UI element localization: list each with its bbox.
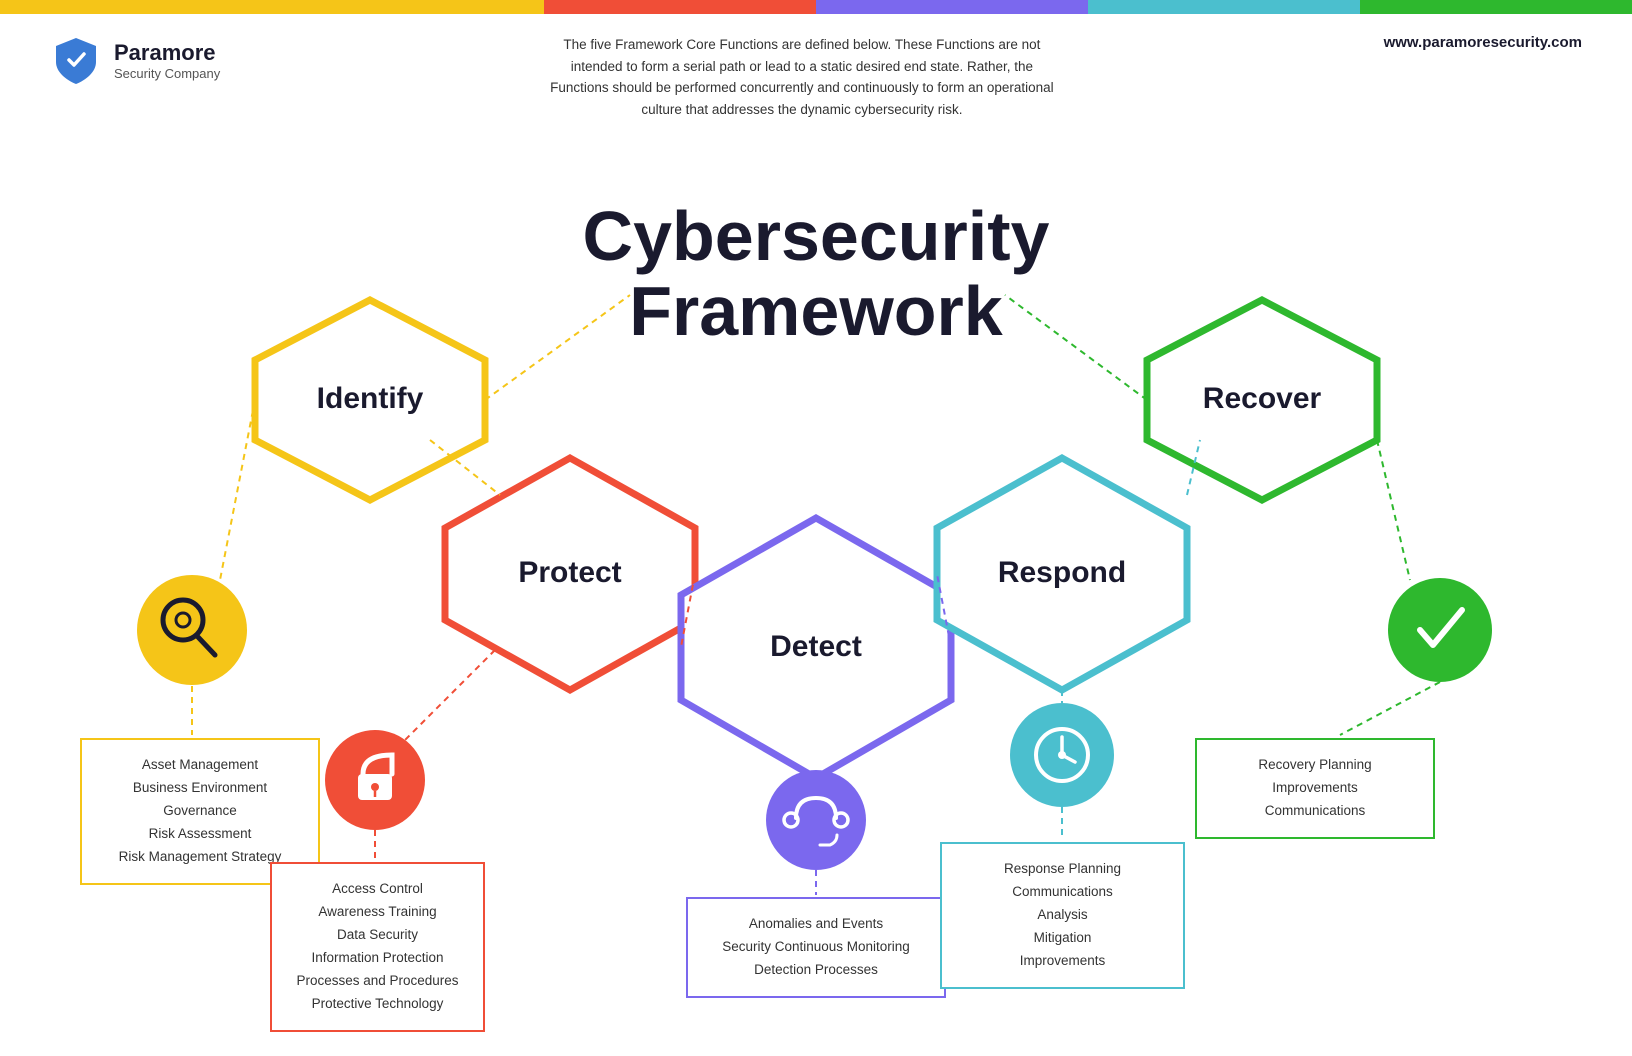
company-name: Paramore — [114, 40, 220, 66]
recover-label: Recover — [1203, 382, 1322, 415]
line-recover-title — [1005, 295, 1147, 400]
bar-green — [1360, 0, 1632, 14]
header: Paramore Security Company The five Frame… — [0, 14, 1632, 130]
bar-purple — [816, 0, 1088, 14]
respond-label: Respond — [998, 556, 1126, 589]
logo-text: Paramore Security Company — [114, 40, 220, 81]
recover-circle — [1388, 578, 1492, 682]
header-description: The five Framework Core Functions are de… — [542, 34, 1062, 120]
detect-circle — [766, 770, 866, 870]
logo-area: Paramore Security Company — [50, 34, 220, 86]
line-recover-circle — [1377, 440, 1410, 580]
diagram-area: Cybersecurity Framework Identify Protect… — [0, 140, 1632, 1000]
company-subtitle: Security Company — [114, 66, 220, 81]
title-line1: Cybersecurity — [583, 197, 1050, 275]
line-recover-circle-box — [1340, 682, 1440, 735]
identify-circle — [137, 575, 247, 685]
bar-yellow — [0, 0, 272, 14]
bar-cyan — [1088, 0, 1360, 14]
detect-label: Detect — [770, 630, 862, 663]
line-protect-circle — [405, 650, 495, 740]
logo-shield-icon — [50, 34, 102, 86]
line-identify-circle — [220, 400, 255, 580]
website-url: www.paramoresecurity.com — [1384, 34, 1582, 51]
diagram-svg: Cybersecurity Framework Identify Protect… — [0, 140, 1632, 1000]
bar-yellow2 — [272, 0, 544, 14]
protect-label: Protect — [518, 556, 621, 589]
bar-red — [544, 0, 816, 14]
title-line2: Framework — [629, 272, 1003, 350]
line-identify-title — [485, 295, 630, 400]
top-color-bar — [0, 0, 1632, 14]
identify-label: Identify — [317, 382, 424, 415]
